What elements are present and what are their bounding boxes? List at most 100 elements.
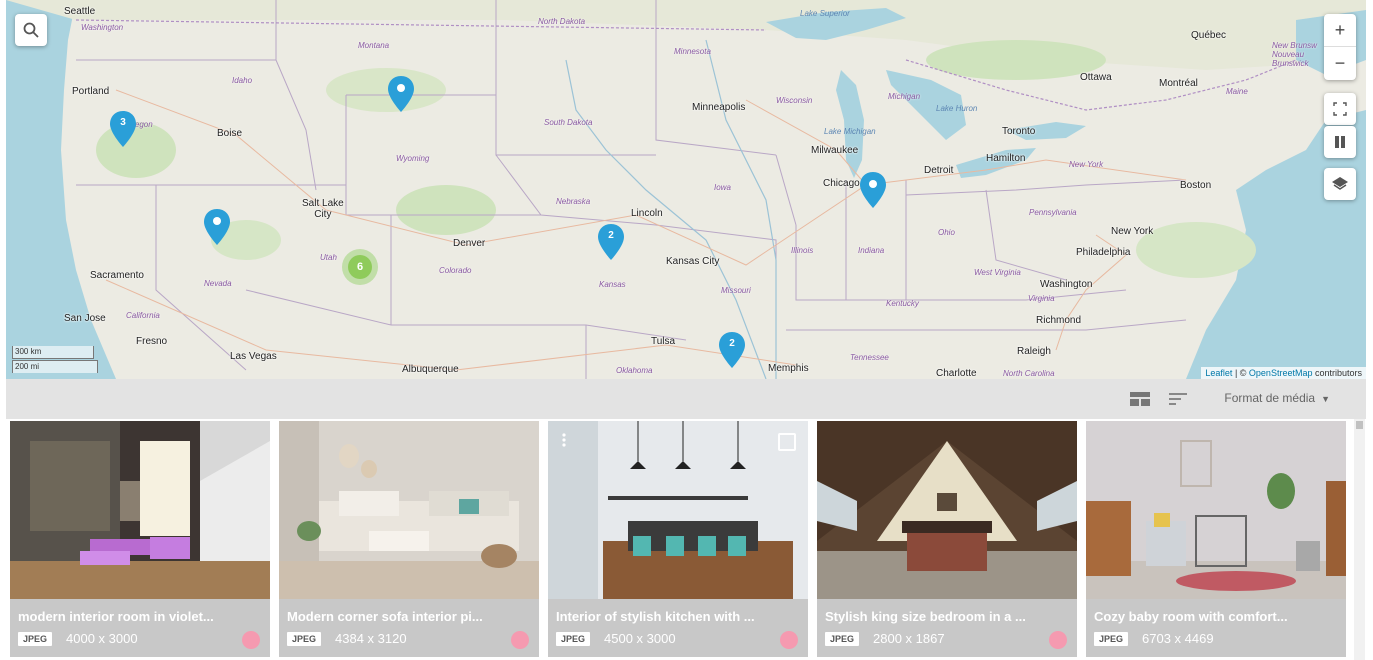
city-fresno: Fresno — [136, 336, 168, 347]
marker-pin-icon — [204, 209, 230, 245]
map-marker-oregon[interactable]: 3 — [110, 111, 136, 147]
marker-count: 2 — [729, 338, 735, 349]
map[interactable]: Seattle Portland Boise Salt Lake City Sa… — [6, 0, 1366, 379]
media-dimensions: 2800 x 1867 — [873, 631, 945, 646]
map-cluster-utah[interactable]: 6 — [342, 249, 378, 285]
scale-km: 300 km — [12, 346, 94, 359]
city-richmond: Richmond — [1036, 315, 1082, 326]
osm-link[interactable]: OpenStreetMap — [1249, 368, 1313, 378]
media-card[interactable]: Cozy baby room with comfort... JPEG 6703… — [1086, 421, 1346, 657]
city-boise: Boise — [217, 128, 243, 139]
map-marker-arkansas[interactable]: 2 — [719, 332, 745, 368]
city-hamilton: Hamilton — [986, 153, 1026, 164]
state-virginia: Virginia — [1028, 294, 1055, 303]
state-pennsylvania: Pennsylvania — [1029, 208, 1077, 217]
state-idaho: Idaho — [232, 76, 253, 85]
chevron-down-icon: ▼ — [1321, 394, 1330, 404]
city-portland: Portland — [72, 86, 110, 97]
map-marker-nevada[interactable] — [204, 209, 230, 245]
layers-icon — [1332, 177, 1348, 190]
map-marker-montana[interactable] — [388, 76, 414, 112]
city-sacramento: Sacramento — [90, 270, 144, 281]
cluster-count: 6 — [348, 255, 372, 279]
sort-icon[interactable] — [1169, 392, 1187, 406]
map-marker-kansas[interactable]: 2 — [598, 224, 624, 260]
scrollbar-thumb[interactable] — [1356, 421, 1363, 429]
city-las-vegas: Las Vegas — [230, 351, 277, 362]
media-dimensions: 4500 x 3000 — [604, 631, 676, 646]
media-dimensions: 6703 x 4469 — [1142, 631, 1214, 646]
state-wyoming: Wyoming — [396, 154, 430, 163]
grid-scrollbar[interactable] — [1354, 419, 1365, 660]
state-michigan: Michigan — [888, 92, 921, 101]
city-minneapolis: Minneapolis — [692, 102, 746, 113]
city-ottawa: Ottawa — [1080, 72, 1112, 83]
media-thumbnail — [279, 421, 539, 599]
state-kentucky: Kentucky — [886, 299, 919, 308]
color-label-dot[interactable] — [511, 631, 529, 649]
media-thumbnail — [10, 421, 270, 599]
color-label-dot[interactable] — [1049, 631, 1067, 649]
city-toronto: Toronto — [1002, 126, 1036, 137]
media-card[interactable]: modern interior room in violet... JPEG 4… — [10, 421, 270, 657]
leaflet-link[interactable]: Leaflet — [1205, 368, 1232, 378]
media-thumbnail — [817, 421, 1077, 599]
city-montreal: Montréal — [1159, 78, 1198, 89]
map-attribution: Leaflet | © OpenStreetMap contributors — [1201, 367, 1366, 379]
format-badge: JPEG — [825, 632, 860, 646]
zoom-in-button[interactable]: + — [1324, 14, 1356, 47]
fullscreen-button[interactable] — [1324, 93, 1356, 125]
city-memphis: Memphis — [768, 363, 809, 374]
format-badge: JPEG — [1094, 632, 1129, 646]
state-ohio: Ohio — [938, 228, 955, 237]
marker-count: 2 — [608, 230, 614, 241]
media-card[interactable]: Interior of stylish kitchen with ... JPE… — [548, 421, 808, 657]
color-label-dot[interactable] — [780, 631, 798, 649]
state-nebraska: Nebraska — [556, 197, 591, 206]
city-kansas-city: Kansas City — [666, 256, 720, 267]
state-iowa: Iowa — [714, 183, 731, 192]
media-card[interactable]: Stylish king size bedroom in a ... JPEG … — [817, 421, 1077, 657]
media-title: Stylish king size bedroom in a ... — [825, 609, 1026, 624]
zoom-control: + − — [1324, 14, 1356, 80]
layers-button[interactable] — [1324, 168, 1356, 200]
map-search-button[interactable] — [15, 14, 47, 46]
state-nevada: Nevada — [204, 279, 232, 288]
state-utah: Utah — [320, 253, 337, 262]
pause-button[interactable] — [1324, 126, 1356, 158]
city-new-york: New York — [1111, 226, 1154, 237]
city-philadelphia: Philadelphia — [1076, 247, 1131, 258]
zoom-out-button[interactable]: − — [1324, 47, 1356, 79]
media-format-label: Format de média — [1224, 391, 1316, 405]
state-south-dakota: South Dakota — [544, 118, 593, 127]
city-charlotte: Charlotte — [936, 368, 977, 379]
attribution-tail: contributors — [1312, 368, 1362, 378]
state-missouri: Missouri — [721, 286, 751, 295]
city-detroit: Detroit — [924, 165, 954, 176]
state-indiana: Indiana — [858, 246, 885, 255]
select-checkbox[interactable] — [778, 433, 796, 451]
media-format-dropdown[interactable]: Format de média ▼ — [1224, 391, 1330, 405]
city-san-jose: San Jose — [64, 313, 106, 324]
media-card[interactable]: Modern corner sofa interior pi... JPEG 4… — [279, 421, 539, 657]
state-west-virginia: West Virginia — [974, 268, 1021, 277]
state-maine: Maine — [1226, 87, 1248, 96]
water-lake-superior: Lake Superior — [800, 9, 850, 18]
state-new-brunswick: New Brunsw Nouveau Brunswick — [1272, 41, 1317, 68]
more-vertical-icon[interactable] — [562, 433, 566, 447]
fullscreen-icon — [1333, 102, 1347, 116]
city-raleigh: Raleigh — [1017, 346, 1051, 357]
city-albuquerque: Albuquerque — [402, 364, 459, 375]
media-title: Interior of stylish kitchen with ... — [556, 609, 755, 624]
scale-mi: 200 mi — [12, 360, 98, 373]
map-marker-chicago[interactable] — [860, 172, 886, 208]
media-dimensions: 4384 x 3120 — [335, 631, 407, 646]
format-badge: JPEG — [556, 632, 591, 646]
media-title: Cozy baby room with comfort... — [1094, 609, 1288, 624]
city-milwaukee: Milwaukee — [811, 145, 859, 156]
state-new-york: New York — [1069, 160, 1104, 169]
grid-view-icon[interactable] — [1130, 392, 1150, 406]
state-north-carolina: North Carolina — [1003, 369, 1055, 378]
state-washington: Washington — [81, 23, 124, 32]
color-label-dot[interactable] — [242, 631, 260, 649]
